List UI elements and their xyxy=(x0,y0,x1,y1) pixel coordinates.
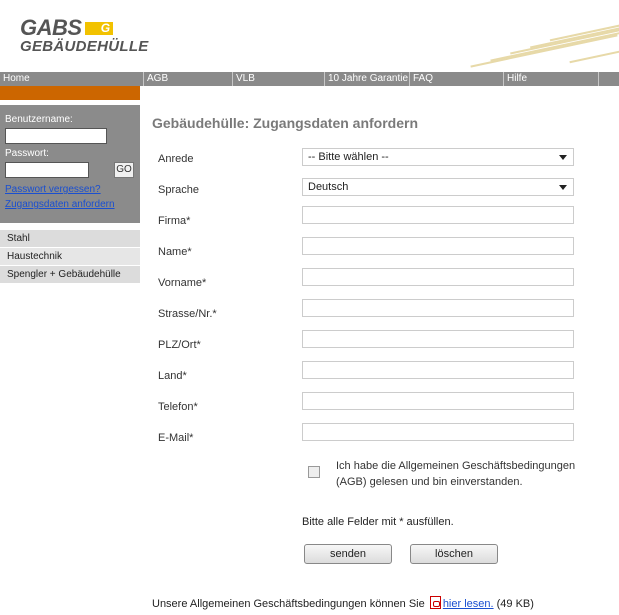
sprache-selected-value: Deutsch xyxy=(308,181,349,193)
agb-footer: Unsere Allgemeinen Geschäftsbedingungen … xyxy=(152,596,534,610)
nav-garantie[interactable]: 10 Jahre Garantie xyxy=(324,72,409,86)
pdf-icon[interactable] xyxy=(429,596,441,609)
login-go-button[interactable]: GO xyxy=(114,162,134,178)
anrede-select[interactable]: -- Bitte wählen -- xyxy=(302,148,574,166)
logo-badge: G xyxy=(84,21,113,35)
chevron-down-icon xyxy=(559,185,567,190)
accent-bar xyxy=(0,86,619,100)
nav-hilfe[interactable]: Hilfe xyxy=(503,72,598,86)
send-button[interactable]: senden xyxy=(304,544,392,564)
strasse-label: Strasse/Nr.* xyxy=(158,308,217,320)
header: GABS G GEBÄUDEHÜLLE xyxy=(0,0,619,72)
anrede-selected-value: -- Bitte wählen -- xyxy=(308,151,389,163)
agb-consent-text: Ich habe die Allgemeinen Geschäftsbeding… xyxy=(336,460,576,488)
gabs-logo[interactable]: GABS G GEBÄUDEHÜLLE xyxy=(20,17,149,55)
page-title: Gebäudehülle: Zugangsdaten anfordern xyxy=(152,115,419,131)
logo-subtitle: GEBÄUDEHÜLLE xyxy=(20,38,149,55)
footer-text: Unsere Allgemeinen Geschäftsbedingungen … xyxy=(152,598,425,610)
category-haustechnik[interactable]: Haustechnik xyxy=(0,248,140,266)
username-input[interactable] xyxy=(5,128,107,144)
nav-faq[interactable]: FAQ xyxy=(409,72,503,86)
nav-spacer xyxy=(598,72,619,86)
nav-agb[interactable]: AGB xyxy=(143,72,232,86)
sidebar: Benutzername: Passwort: GO Passwort verg… xyxy=(0,100,140,615)
land-label: Land* xyxy=(158,370,187,382)
clear-button[interactable]: löschen xyxy=(410,544,498,564)
vorname-label: Vorname* xyxy=(158,277,207,289)
sprache-select[interactable]: Deutsch xyxy=(302,178,574,196)
agb-pdf-link[interactable]: hier lesen. xyxy=(443,598,494,610)
category-spengler[interactable]: Spengler + Gebäudehülle xyxy=(0,266,140,284)
firma-field[interactable] xyxy=(302,206,574,224)
telefon-label: Telefon* xyxy=(158,401,198,413)
required-hint: Bitte alle Felder mit * ausfüllen. xyxy=(302,516,454,528)
plz-label: PLZ/Ort* xyxy=(158,339,201,351)
request-access-link[interactable]: Zugangsdaten anfordern xyxy=(5,199,115,210)
strasse-field[interactable] xyxy=(302,299,574,317)
vorname-field[interactable] xyxy=(302,268,574,286)
password-input[interactable] xyxy=(5,162,89,178)
chevron-down-icon xyxy=(559,155,567,160)
forgot-password-link[interactable]: Passwort vergessen? xyxy=(5,184,101,195)
category-stahl[interactable]: Stahl xyxy=(0,230,140,248)
login-box: Benutzername: Passwort: GO Passwort verg… xyxy=(0,105,140,223)
plz-field[interactable] xyxy=(302,330,574,348)
email-label: E-Mail* xyxy=(158,432,194,444)
nav-home[interactable]: Home xyxy=(0,72,143,86)
agb-checkbox[interactable] xyxy=(308,466,320,478)
password-label: Passwort: xyxy=(5,148,49,159)
main-nav: Home AGB VLB 10 Jahre Garantie FAQ Hilfe xyxy=(0,72,619,86)
name-field[interactable] xyxy=(302,237,574,255)
logo-wordmark: GABS xyxy=(20,15,82,40)
email-field[interactable] xyxy=(302,423,574,441)
category-list: Stahl Haustechnik Spengler + Gebäudehüll… xyxy=(0,230,140,284)
header-decoration xyxy=(449,10,619,70)
sprache-label: Sprache xyxy=(158,184,199,196)
name-label: Name* xyxy=(158,246,192,258)
telefon-field[interactable] xyxy=(302,392,574,410)
firma-label: Firma* xyxy=(158,215,191,227)
file-size: (49 KB) xyxy=(496,598,534,610)
land-field[interactable] xyxy=(302,361,574,379)
nav-vlb[interactable]: VLB xyxy=(232,72,324,86)
anrede-label: Anrede xyxy=(158,153,194,165)
username-label: Benutzername: xyxy=(5,114,73,125)
